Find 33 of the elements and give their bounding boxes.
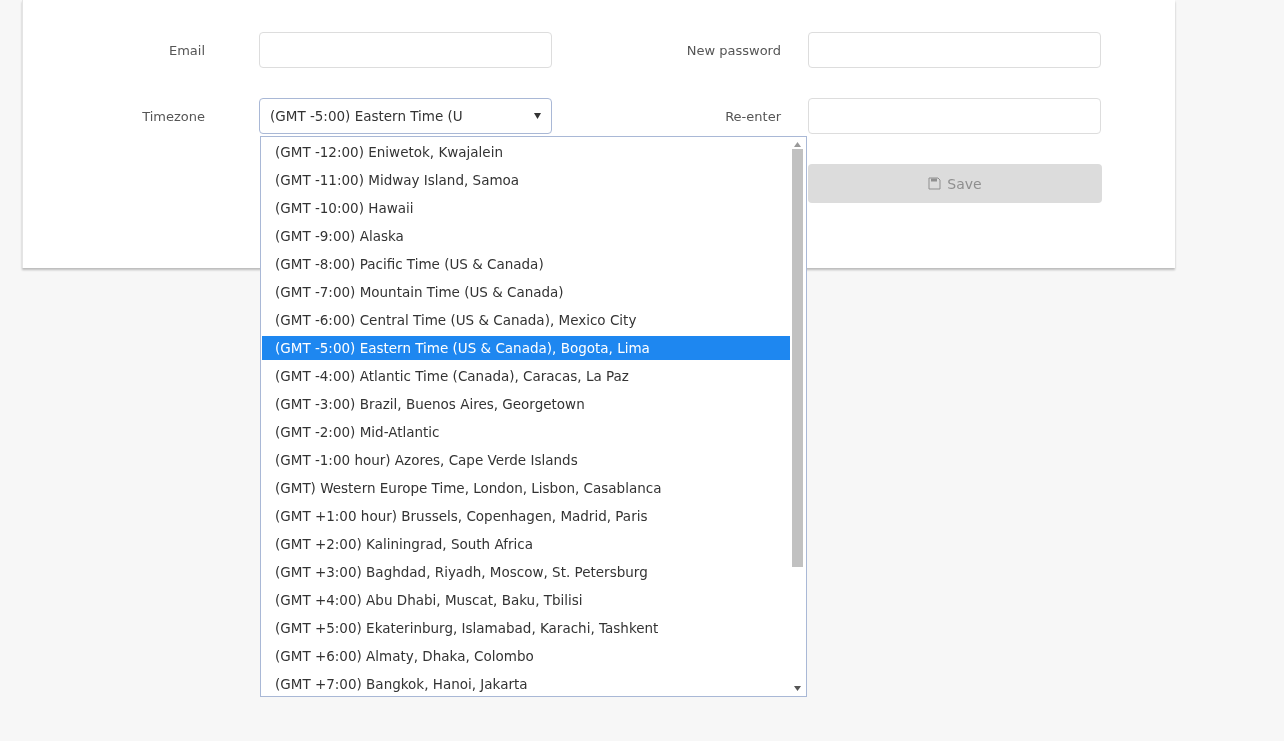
dropdown-option[interactable]: (GMT -9:00) Alaska — [262, 222, 790, 250]
dropdown-option[interactable]: (GMT) Western Europe Time, London, Lisbon, Casablanca — [262, 474, 790, 502]
dropdown-option[interactable]: (GMT -7:00) Mountain Time (US & Canada) — [262, 278, 790, 306]
caret-icon — [534, 113, 541, 119]
scrollbar[interactable] — [790, 140, 804, 693]
dropdown-option[interactable]: (GMT +3:00) Baghdad, Riyadh, Moscow, St. Petersburg — [262, 558, 790, 586]
dropdown-option[interactable]: (GMT -8:00) Pacific Time (US & Canada) — [262, 250, 790, 278]
dropdown-option[interactable]: (GMT +5:00) Ekaterinburg, Islamabad, Karachi, Tashkent — [262, 614, 790, 642]
scroll-up-icon[interactable] — [793, 142, 801, 147]
dropdown-option[interactable]: (GMT -10:00) Hawaii — [262, 194, 790, 222]
scroll-down-icon[interactable] — [793, 686, 801, 691]
dropdown-option[interactable]: (GMT +7:00) Bangkok, Hanoi, Jakarta — [262, 670, 790, 698]
field-label: New password — [686, 42, 781, 58]
dropdown-option[interactable]: (GMT +4:00) Abu Dhabi, Muscat, Baku, Tbilisi — [262, 586, 790, 614]
dropdown-option[interactable]: (GMT +6:00) Almaty, Dhaka, Colombo — [262, 642, 790, 670]
dropdown-option[interactable]: (GMT +1:00 hour) Brussels, Copenhagen, Madrid, Paris — [262, 502, 790, 530]
dropdown-option[interactable]: (GMT -1:00 hour) Azores, Cape Verde Islands — [262, 446, 790, 474]
dropdown-option[interactable]: (GMT -6:00) Central Time (US & Canada), Mexico City — [262, 306, 790, 334]
field-label: Email — [168, 42, 205, 58]
dropdown-option[interactable]: (GMT +2:00) Kaliningrad, South Africa — [262, 530, 790, 558]
dropdown-option[interactable]: (GMT -3:00) Brazil, Buenos Aires, Georgetown — [262, 390, 790, 418]
dropdown-option[interactable]: (GMT -11:00) Midway Island, Samoa — [262, 166, 790, 194]
timezone-select[interactable]: (GMT -5:00) Eastern Time (U — [259, 98, 552, 134]
dropdown-option[interactable]: (GMT -5:00) Eastern Time (US & Canada), Bogota, Lima — [262, 336, 790, 360]
field-label: Re-enter — [725, 108, 781, 124]
dropdown-option[interactable]: (GMT -12:00) Eniwetok, Kwajalein — [262, 138, 790, 166]
floppy-icon — [928, 177, 942, 190]
password-field[interactable] — [808, 32, 1101, 68]
dropdown-option[interactable]: (GMT -2:00) Mid-Atlantic — [262, 418, 790, 446]
password-field[interactable] — [808, 98, 1101, 134]
field-label: Timezone — [142, 108, 205, 124]
dropdown-option[interactable]: (GMT -4:00) Atlantic Time (Canada), Caracas, La Paz — [262, 362, 790, 390]
email-field[interactable] — [259, 32, 552, 68]
